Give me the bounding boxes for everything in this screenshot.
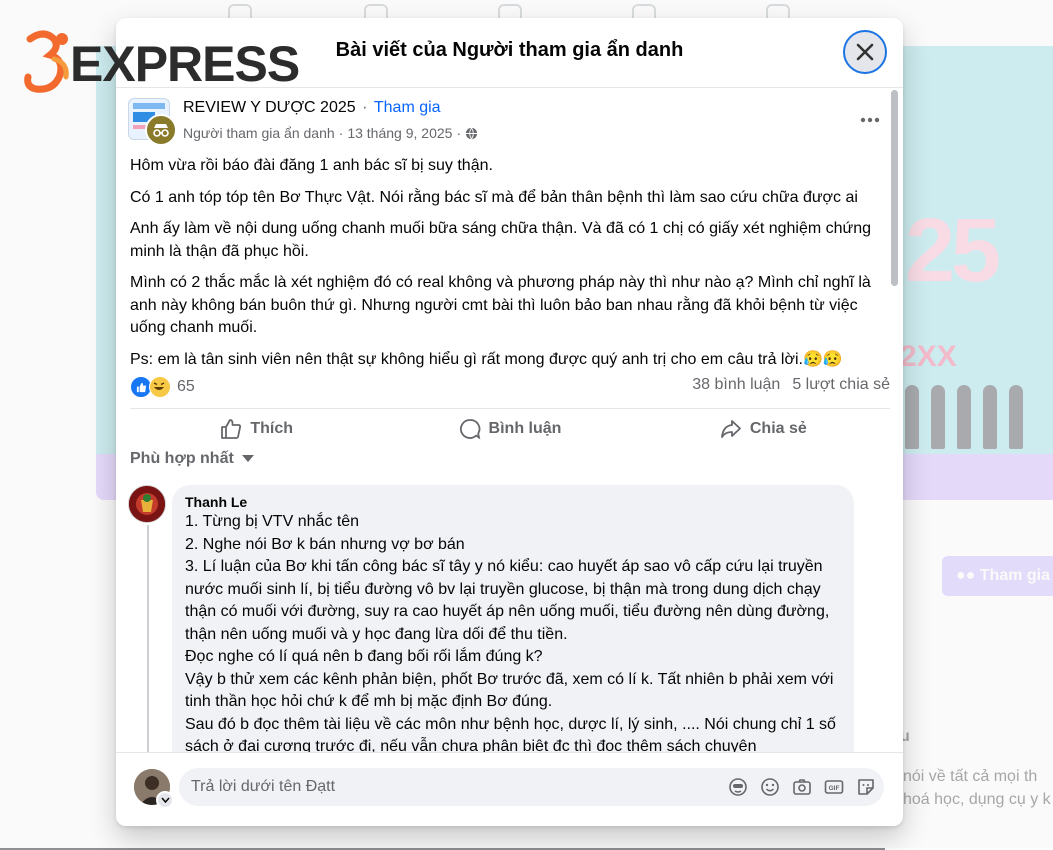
comment-line: Vậy b thử xem các kênh phản biện, phốt B… [185,670,834,711]
engagement-counts: 38 bình luận 5 lượt chia sẻ [692,376,890,394]
post-paragraph: Mình có 2 thắc mắc là xét nghiệm đó có r… [130,274,871,336]
group-title-line: REVIEW Y DƯỢC 2025 · Tham gia [183,99,441,117]
camera-icon [793,779,811,795]
account-switch-button[interactable] [156,791,174,809]
post-paragraph: Hôm vừa rồi báo đài đăng 1 anh bác sĩ bị… [130,157,493,174]
gif-button[interactable]: GIF [824,777,844,797]
globe-icon [466,127,478,139]
share-label: Chia sẻ [749,420,807,437]
comment-line: Đọc nghe có lí quá nên b đang bối rối lắ… [185,648,543,665]
comment-line: 3. Lí luận của Bơ khi tấn công bác sĩ tâ… [185,558,830,643]
comment-line: 2. Nghe nói Bơ k bán nhưng vợ bơ bán [185,535,465,553]
reaction-count: 65 [177,378,195,395]
post-dialog: Bài viết của Người tham gia ẩn danh REVI… [116,18,903,826]
gif-icon: GIF [824,780,844,794]
post-author: Người tham gia ẩn danh [183,125,335,141]
shares-count-link[interactable]: 5 lượt chia sẻ [792,376,890,393]
anonymous-member-icon [145,114,177,146]
site-logo: EXPRESS [24,28,300,100]
commenter-avatar[interactable] [128,485,166,523]
post-options-button[interactable] [858,110,882,130]
reactions-summary[interactable]: 65 [130,376,195,398]
share-button[interactable]: Chia sẻ [637,413,890,445]
comment-button[interactable]: Bình luận [383,413,636,445]
post-header: REVIEW Y DƯỢC 2025 · Tham gia Người tham… [128,98,888,146]
sticker-icon [858,779,874,795]
post-content: Hôm vừa rồi báo đài đăng 1 anh bác sĩ bị… [130,155,890,380]
comments-count-link[interactable]: 38 bình luận [692,376,780,393]
avatar-sticker-button[interactable] [728,777,748,797]
reply-thread-line [147,525,149,752]
svg-text:GIF: GIF [829,785,840,792]
commenter-name[interactable]: Thanh Le [185,493,842,511]
join-link[interactable]: Tham gia [374,99,441,116]
close-button[interactable] [843,30,887,74]
like-label: Thích [250,420,293,437]
emoji-smile-icon [761,778,779,796]
caret-down-icon [241,455,254,462]
dialog-scrollbar[interactable] [891,90,898,286]
group-name-link[interactable]: REVIEW Y DƯỢC 2025 [183,99,356,116]
post-date-link[interactable]: 13 tháng 9, 2025 [347,125,452,141]
sort-label: Phù hợp nhất [130,450,234,467]
like-button[interactable]: Thích [130,413,383,445]
close-icon [856,43,874,61]
photo-button[interactable] [792,777,812,797]
more-horizontal-icon [860,117,880,123]
logo-365-mark [24,29,70,99]
composer-tools: GIF [728,777,876,797]
separator: · [338,125,344,141]
haha-reaction-icon [149,376,171,398]
comment-bubble-icon [459,419,480,440]
post-paragraph: Anh ấy làm về nội dung uống chanh muối b… [130,220,872,260]
thumbs-up-icon [221,419,242,439]
dialog-scroll-area[interactable]: REVIEW Y DƯỢC 2025 · Tham gia Người tham… [116,88,903,752]
logo-text: EXPRESS [70,36,300,92]
group-avatar[interactable] [128,98,177,146]
post-actions: Thích Bình luận Chia sẻ [130,408,890,445]
post-paragraph: Ps: em là tân sinh viên nên thật sự khôn… [130,350,843,368]
avatar-sticker-icon [729,778,747,796]
comment-line: 1. Từng bị VTV nhắc tên [185,513,360,530]
post-stats: 65 38 bình luận 5 lượt chia sẻ [130,376,890,398]
comment-label: Bình luận [488,420,562,437]
comment-line: Sau đó b đọc thêm tài liệu về các môn nh… [185,715,836,753]
emoji-button[interactable] [760,777,780,797]
comment-sort-dropdown[interactable]: Phù hợp nhất [130,450,254,468]
comment-bubble: Thanh Le 1. Từng bị VTV nhắc tên 2. Nghe… [172,485,854,752]
post-paragraph: Có 1 anh tóp tóp tên Bơ Thực Vật. Nói rằ… [130,188,858,206]
sticker-button[interactable] [856,777,876,797]
separator: · [362,99,368,116]
reply-composer: GIF [116,752,903,826]
separator: · [456,125,462,141]
comment-text: 1. Từng bị VTV nhắc tên 2. Nghe nói Bơ k… [185,511,842,752]
post-meta: Người tham gia ẩn danh · 13 tháng 9, 202… [183,125,478,141]
chevron-down-icon [160,797,170,803]
share-arrow-icon [720,420,741,438]
